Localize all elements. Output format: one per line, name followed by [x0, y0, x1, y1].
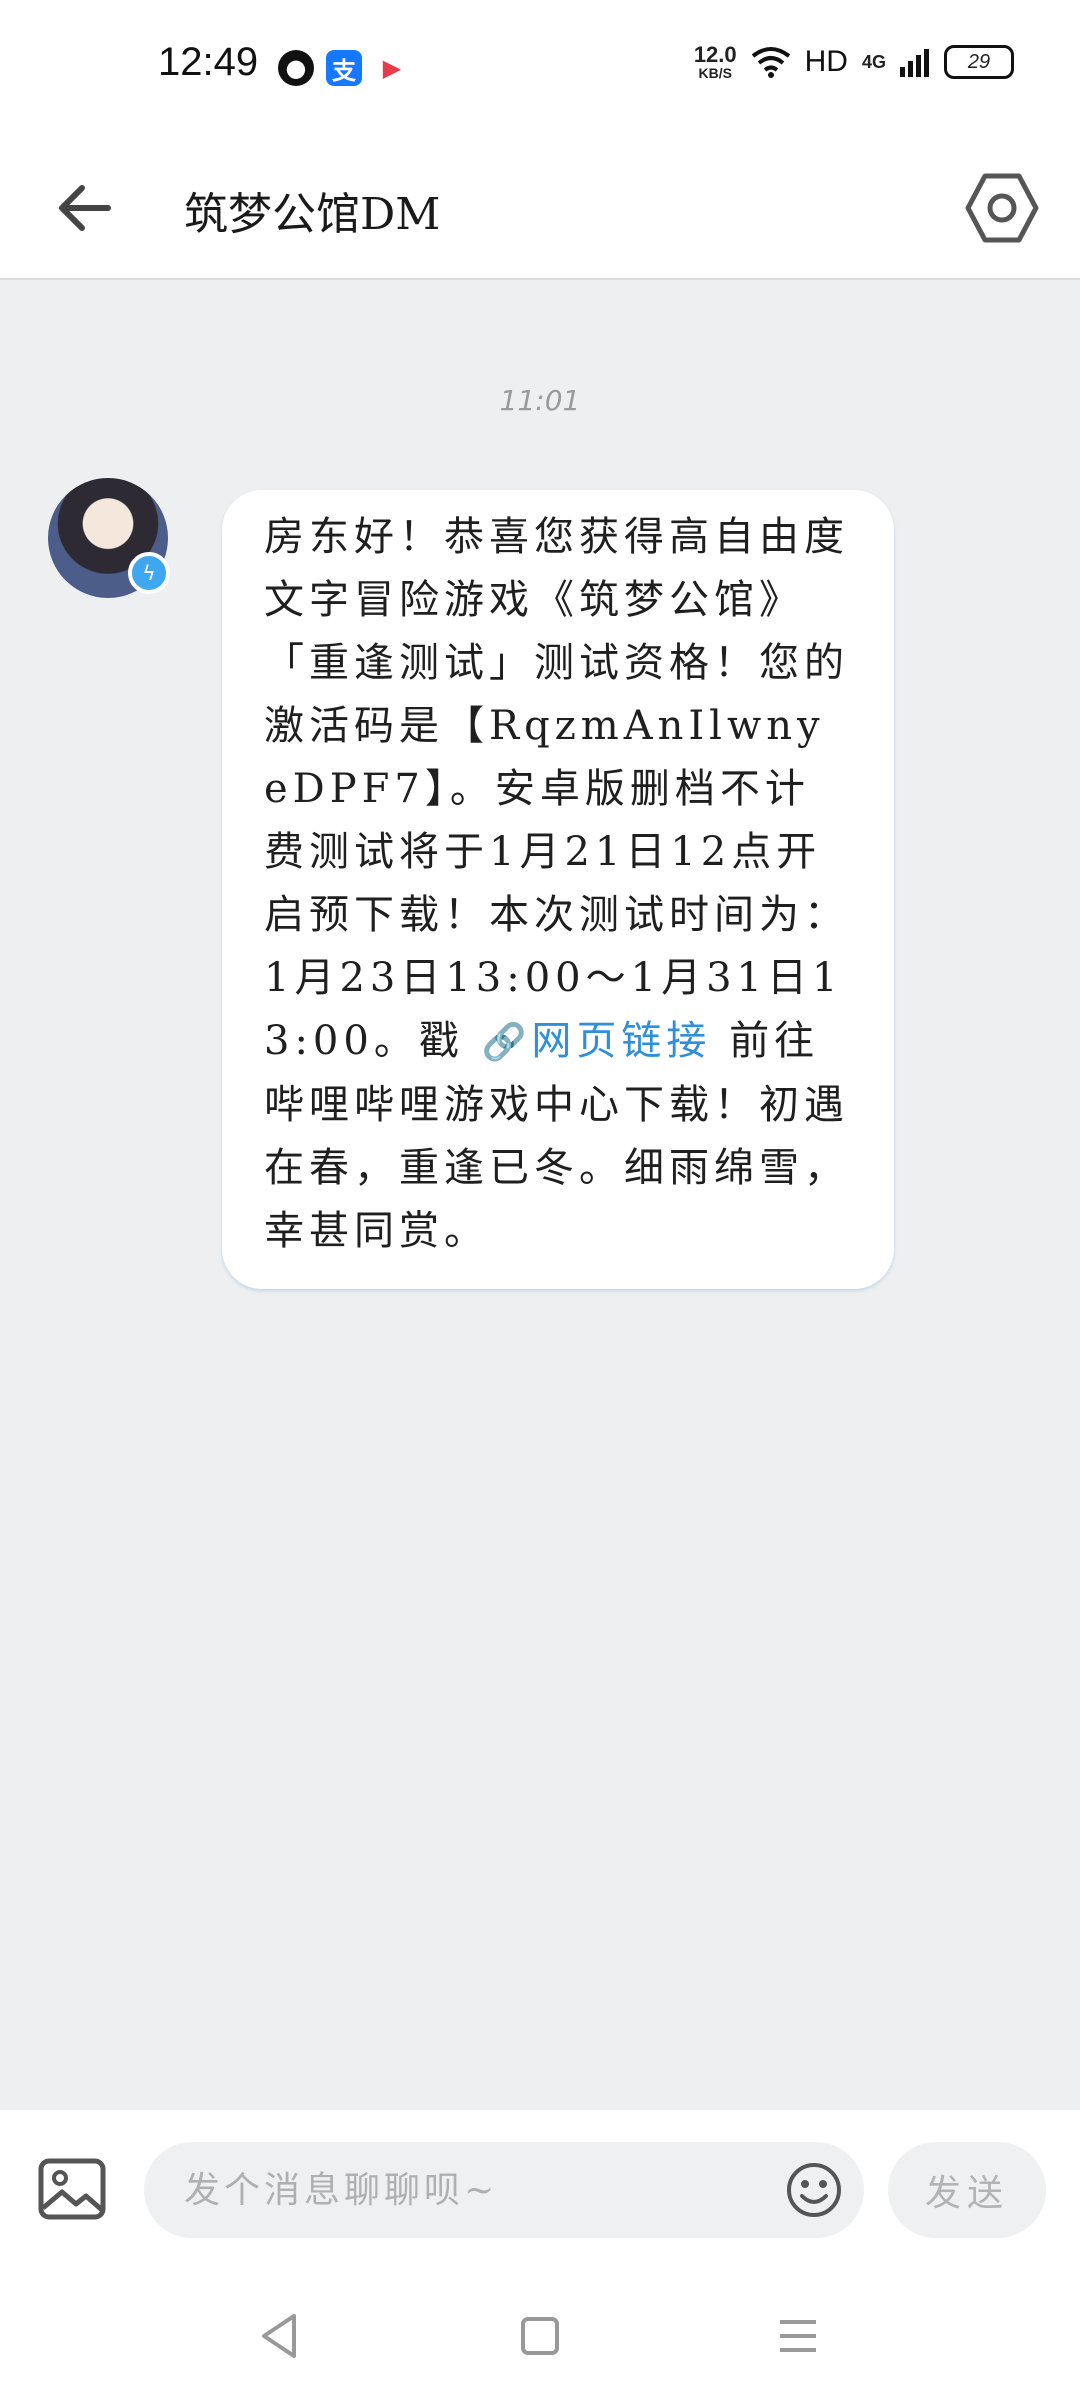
web-link-label: 网页链接: [531, 1018, 712, 1064]
emoji-icon[interactable]: [786, 2162, 842, 2218]
sender-avatar[interactable]: ϟ: [48, 478, 170, 598]
message-bubble: 房东好！恭喜您获得高自由度文字冒险游戏《筑梦公馆》「重逢测试」测试资格！您的激活…: [222, 490, 894, 1289]
status-indicators: 12.0 KB/S HD 4G 29: [694, 44, 1014, 80]
back-arrow-icon[interactable]: [52, 172, 124, 244]
wifi-icon: [751, 47, 790, 78]
nav-menu-icon[interactable]: [768, 2306, 828, 2366]
chat-header: 筑梦公馆DM: [0, 138, 1080, 280]
verified-badge-icon: ϟ: [128, 552, 170, 594]
message-text: 房东好！恭喜您获得高自由度文字冒险游戏《筑梦公馆》「重逢测试」测试资格！您的激活…: [264, 506, 852, 1263]
alipay-notification-icon: 支: [326, 50, 362, 86]
message-timestamp: 11:01: [499, 384, 581, 417]
network-speed-unit: KB/S: [698, 65, 732, 81]
image-icon[interactable]: [38, 2158, 106, 2220]
status-time: 12:49: [158, 40, 259, 84]
nav-back-icon[interactable]: [250, 2306, 310, 2366]
hd-indicator: HD: [804, 45, 848, 78]
settings-hexagon-icon[interactable]: [960, 166, 1044, 250]
message-text-before-link: 房东好！恭喜您获得高自由度文字冒险游戏《筑梦公馆》「重逢测试」测试资格！您的激活…: [264, 514, 849, 1064]
input-bar: 发送: [0, 2110, 1080, 2270]
qq-notification-icon: ●: [278, 50, 314, 86]
signal-icon: [900, 49, 929, 77]
bilibili-notification-icon: ▶: [374, 50, 410, 86]
network-speed-value: 12.0: [693, 42, 737, 67]
battery-icon: 29: [944, 45, 1014, 79]
network-type: 4G: [861, 51, 886, 72]
nav-home-icon[interactable]: [510, 2306, 570, 2366]
status-app-icons: ● 支 ▶: [278, 50, 410, 86]
link-icon: 🔗: [481, 1022, 532, 1063]
system-nav-bar: [0, 2270, 1080, 2400]
send-button[interactable]: 发送: [888, 2142, 1046, 2238]
status-bar: 12:49 ● 支 ▶ 12.0 KB/S HD 4G 29: [0, 0, 1080, 138]
network-speed: 12.0 KB/S: [693, 42, 737, 81]
page-title: 筑梦公馆DM: [184, 189, 441, 240]
web-link[interactable]: 🔗网页链接: [482, 1018, 712, 1064]
message-input[interactable]: [144, 2142, 864, 2238]
